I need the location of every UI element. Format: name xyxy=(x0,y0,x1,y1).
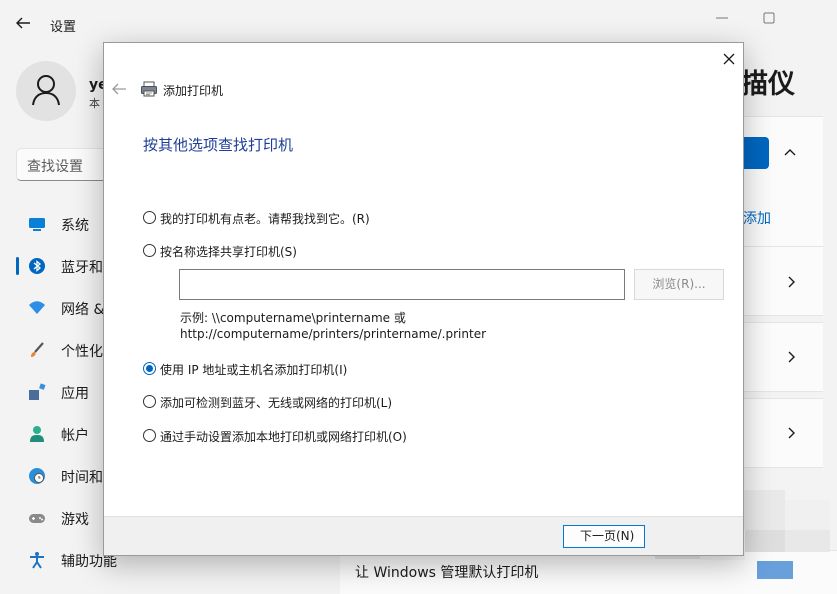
pixelation-block xyxy=(745,530,785,552)
back-arrow-icon[interactable] xyxy=(13,13,33,33)
radio-button[interactable] xyxy=(143,395,156,408)
option-label: 我的打印机有点老。请帮我找到它。(R) xyxy=(160,212,370,226)
chevron-up-icon[interactable] xyxy=(783,146,797,160)
next-button[interactable]: 下一页(N) xyxy=(563,525,645,548)
pixelation-block xyxy=(785,530,830,552)
profile-subtitle: 本 xyxy=(89,97,100,110)
sidebar-item-label: 应用 xyxy=(61,386,89,402)
browse-button[interactable]: 浏览(R)... xyxy=(634,269,724,300)
radio-button[interactable] xyxy=(143,211,156,224)
back-arrow-icon[interactable] xyxy=(110,81,128,97)
page-title: 描仪 xyxy=(741,69,795,100)
radio-button[interactable] xyxy=(143,244,156,257)
pixelation-block xyxy=(785,500,830,530)
radio-button-selected[interactable] xyxy=(143,362,156,375)
default-printer-setting[interactable]: 让 Windows 管理默认打印机 xyxy=(340,550,837,594)
sidebar-item-label: 网络 & xyxy=(61,302,105,318)
dialog-heading: 按其他选项查找打印机 xyxy=(143,136,294,154)
device-card[interactable] xyxy=(743,246,823,316)
person-icon xyxy=(30,426,44,442)
brush-icon xyxy=(31,342,44,357)
app-title: 设置 xyxy=(50,20,77,35)
gamepad-icon xyxy=(29,514,45,523)
dialog-title: 添加打印机 xyxy=(163,84,224,98)
add-device-button[interactable] xyxy=(743,137,769,169)
sidebar-item-label: 游戏 xyxy=(61,512,89,528)
shared-printer-name-input[interactable] xyxy=(179,269,625,300)
close-icon[interactable] xyxy=(720,50,738,68)
radio-button[interactable] xyxy=(143,429,156,442)
example-text: http://computername/printers/printername… xyxy=(180,327,487,341)
active-indicator xyxy=(16,257,19,275)
minimize-icon[interactable] xyxy=(711,8,733,28)
wifi-icon xyxy=(29,301,45,314)
option-label: 按名称选择共享打印机(S) xyxy=(160,245,297,259)
toggle-switch[interactable] xyxy=(757,561,793,579)
bluetooth-icon xyxy=(29,258,45,274)
globe-clock-icon xyxy=(29,468,45,484)
printer-icon xyxy=(141,81,157,97)
chevron-right-icon xyxy=(788,351,795,363)
person-icon xyxy=(32,75,60,106)
monitor-icon xyxy=(29,218,45,231)
option-label: 通过手动设置添加本地打印机或网络打印机(O) xyxy=(160,430,407,444)
avatar[interactable] xyxy=(16,61,76,121)
accessibility-icon xyxy=(30,552,44,569)
add-printer-dialog: 添加打印机 按其他选项查找打印机 我的打印机有点老。请帮我找到它。(R) 按名称… xyxy=(103,42,744,556)
chevron-right-icon xyxy=(788,427,795,439)
example-text: 示例: \\computername\printername 或 xyxy=(180,311,406,325)
sidebar-item-label: 时间和 xyxy=(61,470,103,486)
option-label: 使用 IP 地址或主机名添加打印机(I) xyxy=(160,363,348,377)
chevron-right-icon xyxy=(788,276,795,288)
maximize-icon[interactable] xyxy=(758,8,780,28)
sidebar-item-label: 系统 xyxy=(61,218,89,234)
device-card[interactable] xyxy=(743,322,823,392)
apps-icon xyxy=(29,383,46,400)
option-label: 添加可检测到蓝牙、无线或网络的打印机(L) xyxy=(160,396,393,410)
setting-label: 让 Windows 管理默认打印机 xyxy=(355,565,539,581)
device-card[interactable] xyxy=(743,398,823,468)
sidebar-item-label: 个性化 xyxy=(61,344,103,360)
sidebar-item-label: 蓝牙和 xyxy=(61,260,103,276)
sidebar-item-label: 帐户 xyxy=(61,428,89,444)
pixelation-block xyxy=(740,490,785,530)
add-link[interactable]: 添加 xyxy=(743,208,771,228)
settings-titlebar: 设置 xyxy=(0,0,837,46)
dialog-footer: 下一页(N) xyxy=(104,516,743,555)
